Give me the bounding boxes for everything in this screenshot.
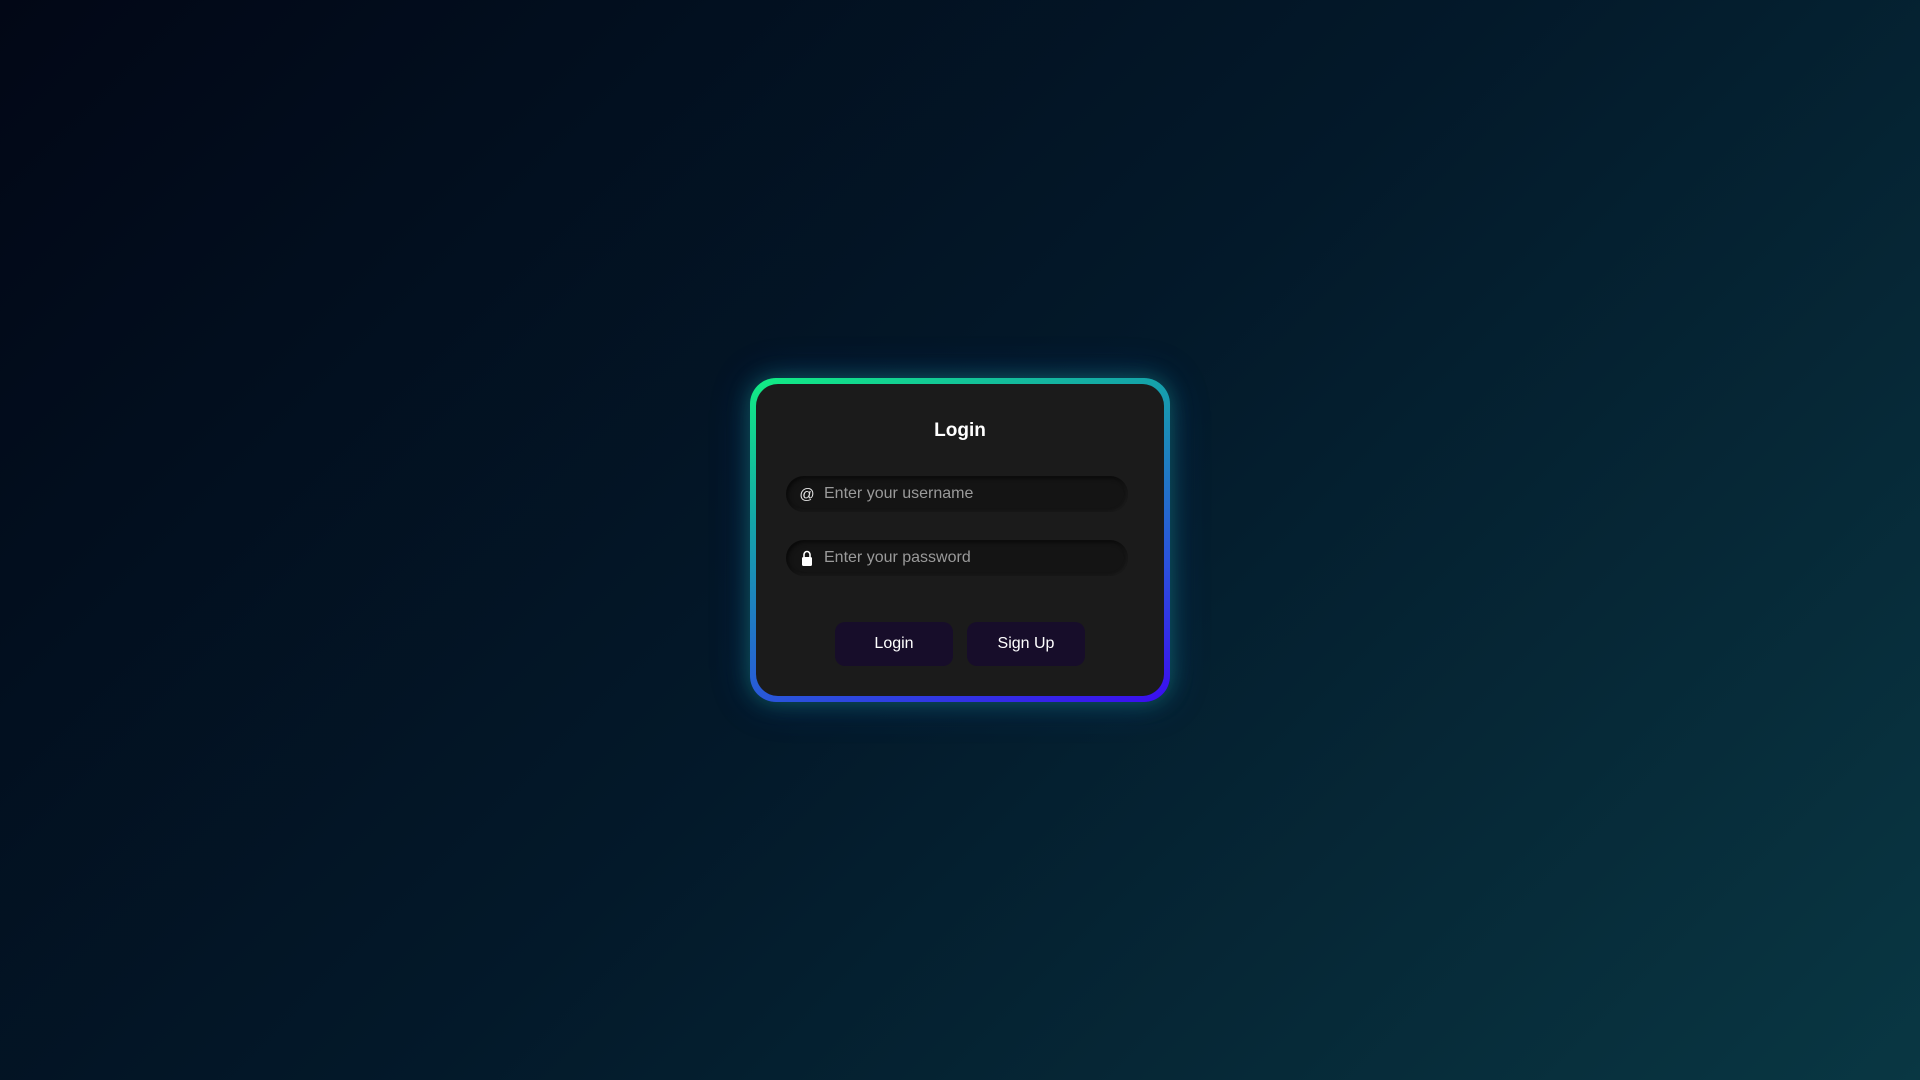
- login-title: Login: [934, 420, 986, 441]
- at-icon: @: [799, 485, 815, 503]
- login-card: Login @ Login Sign Up: [756, 384, 1164, 696]
- login-card-frame: Login @ Login Sign Up: [750, 378, 1170, 702]
- username-input[interactable]: [824, 485, 1128, 503]
- password-input[interactable]: [824, 549, 1128, 567]
- password-field[interactable]: [786, 540, 1128, 576]
- button-row: Login Sign Up: [756, 622, 1164, 666]
- lock-icon: [797, 550, 817, 567]
- signup-button[interactable]: Sign Up: [967, 622, 1085, 666]
- username-field[interactable]: @: [786, 476, 1128, 512]
- login-button[interactable]: Login: [835, 622, 953, 666]
